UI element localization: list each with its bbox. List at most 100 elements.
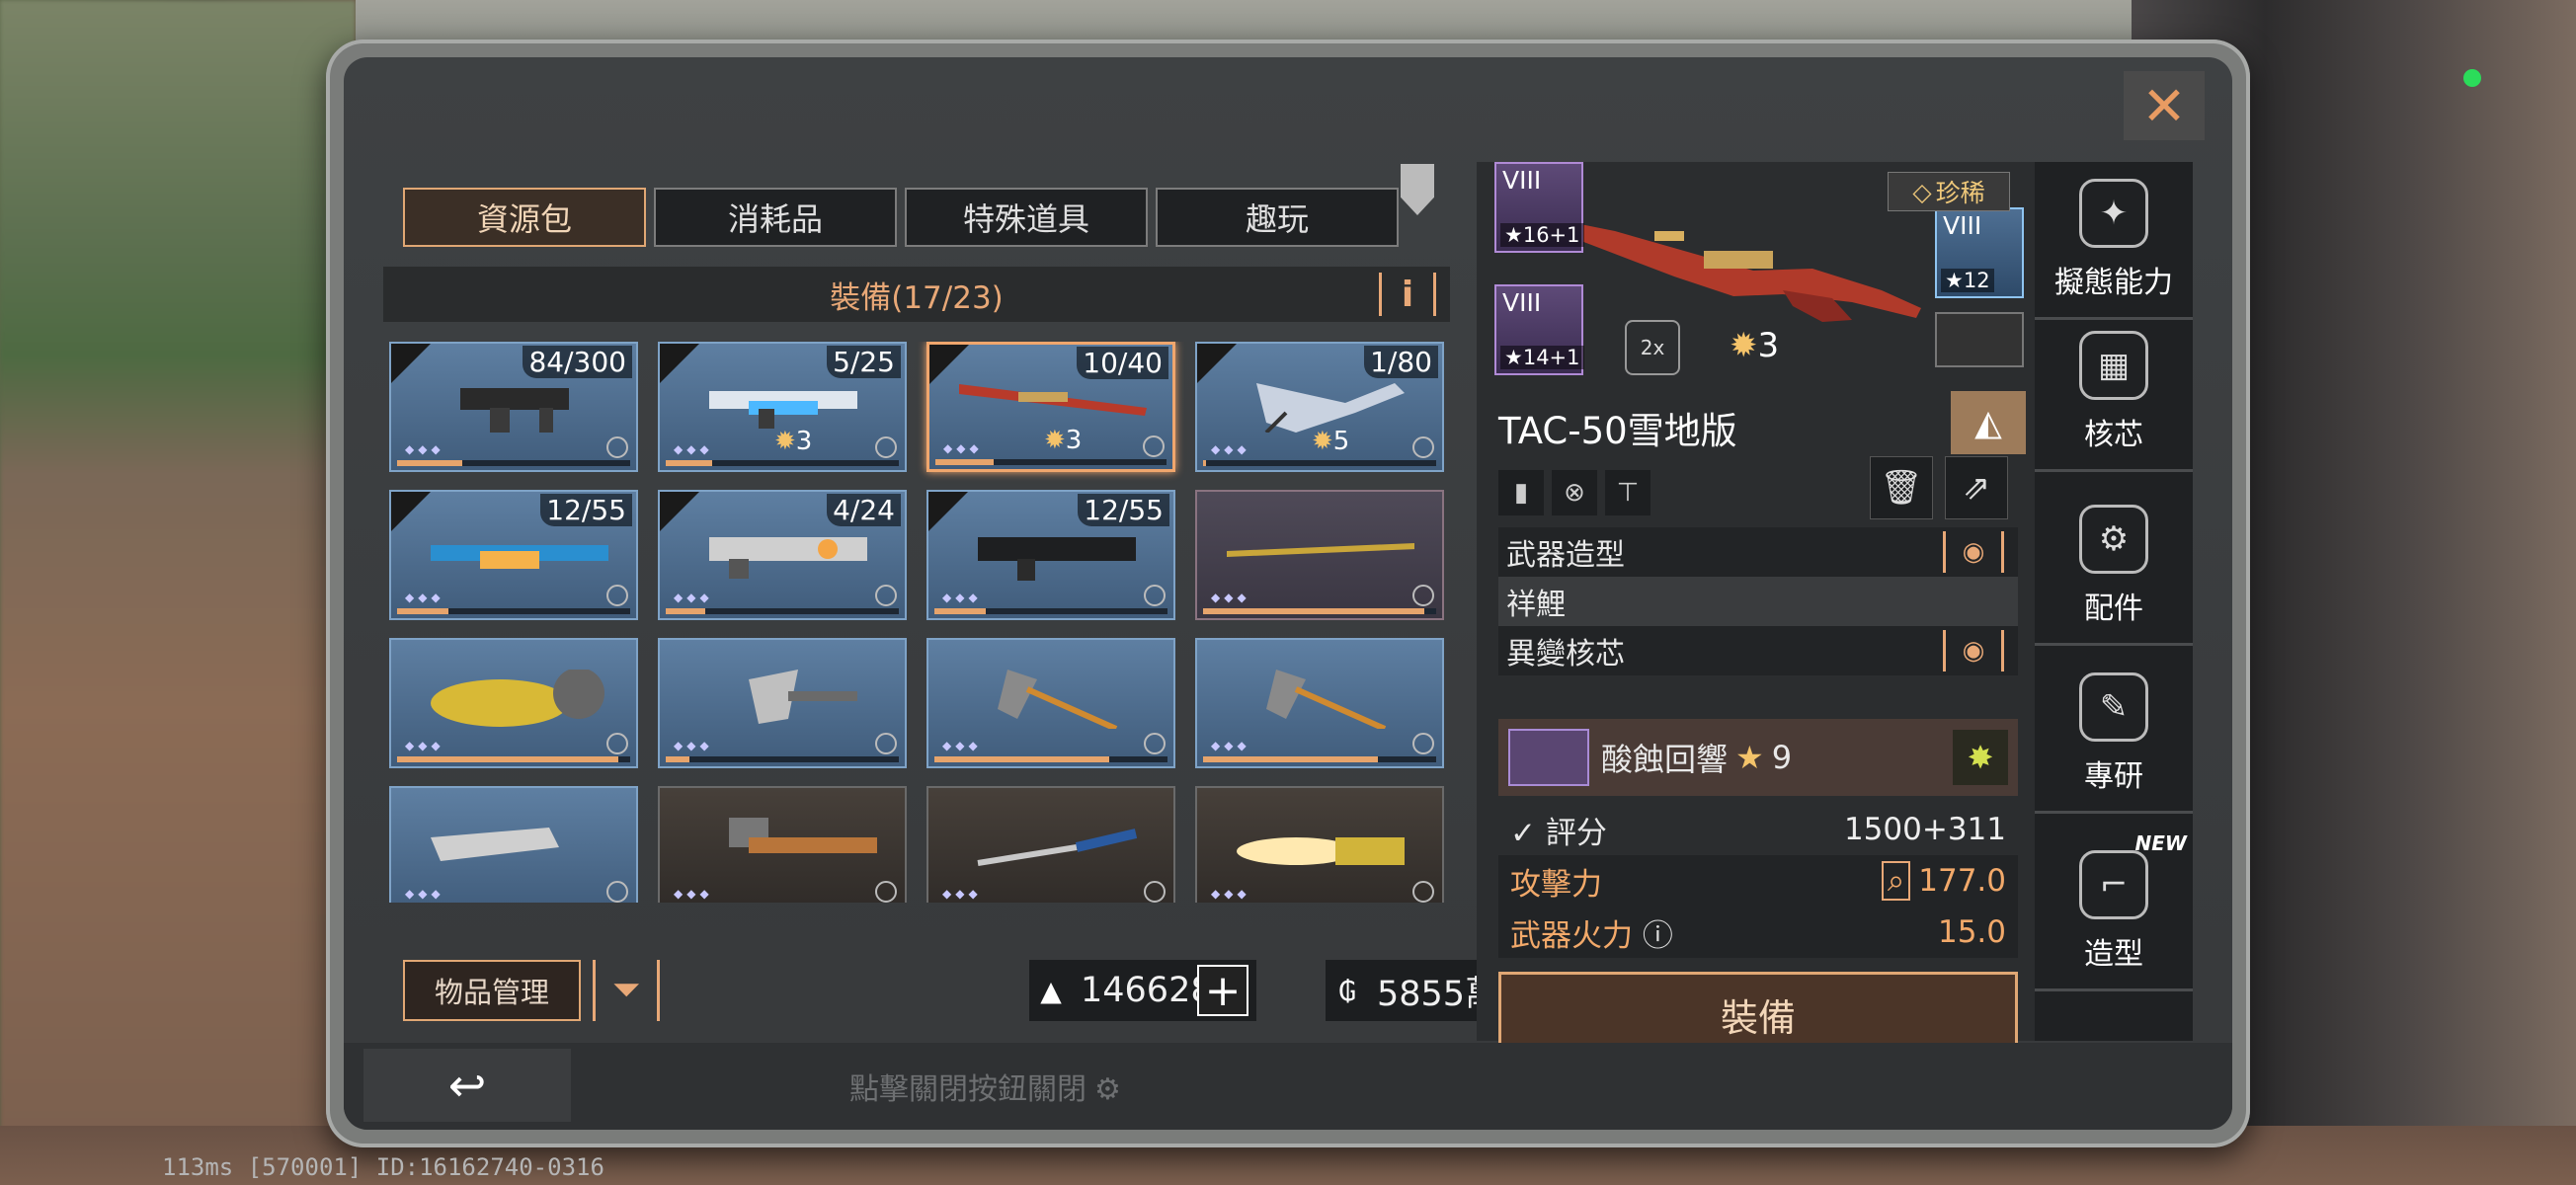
rarity-badge: ◇ 珍稀 [1888,172,2010,211]
rank-diamonds-icon: ◆◆◆ [942,591,982,604]
equipment-item[interactable]: ◆◆◆✹ [389,638,638,768]
item-weapon-image [709,537,867,579]
equipment-item[interactable]: ◆◆◆✹ [658,786,907,903]
core-star: 9 [1771,739,1793,776]
equipment-item[interactable]: 1/80 ◆◆◆ ✹5 [1195,342,1444,472]
tool-icon [875,733,897,754]
item-manage-button[interactable]: 物品管理 [403,960,581,1021]
item-progress-bar [666,756,899,762]
add-material-button[interactable]: + [1197,965,1248,1016]
item-progress-bar [666,608,899,614]
item-progress-bar [397,756,630,762]
gun-mod-icon[interactable]: ⊤ [1605,470,1650,515]
rank-diamonds-icon: ◆◆◆ [405,591,444,604]
shield-icon[interactable] [1401,164,1434,215]
attack-row: 攻擊力 ⌕ 177.0 [1498,855,2018,907]
equipment-item[interactable]: ◆◆◆✹ [926,786,1175,903]
tool-icon [1412,585,1434,606]
status-dot [2463,69,2481,87]
rank-diamonds-icon: ◆◆◆ [405,739,444,752]
attachment-slot-4[interactable] [1935,312,2024,367]
back-button[interactable]: ↩ [363,1049,571,1122]
side-nav-core[interactable]: ▦ 核芯 [2035,328,2193,472]
equipment-item[interactable]: 12/55◆◆◆✹ [926,490,1175,620]
equipment-item[interactable]: ◆◆◆✹ [926,638,1175,768]
tab-special-items[interactable]: 特殊道具 [905,188,1148,247]
tool-icon [1412,436,1434,458]
tool-icon [606,436,628,458]
rank-diamonds-icon: ◆◆◆ [674,887,713,901]
attachment-slot-3[interactable]: VIII ★12 [1935,207,2024,298]
info-icon: i [1401,274,1414,315]
item-weapon-image [959,384,1147,416]
item-count: 5/25 [827,346,901,378]
equipment-item[interactable]: ◆◆◆✹ [658,638,907,768]
core-slot[interactable]: 酸蝕回響 ★ 9 ✸ [1498,719,2018,796]
equipment-item[interactable]: 5/25 ◆◆◆ ✹3 [658,342,907,472]
gear-icon: ⚙ [2079,505,2148,574]
magnifier-icon[interactable]: ⌕ [1881,860,1911,901]
equipment-item[interactable]: 4/24◆◆◆✹ [658,490,907,620]
rank-diamonds-icon: ◆◆◆ [405,442,444,456]
info-circle-icon[interactable]: ⓘ [1643,918,1673,954]
tab-resource-pack[interactable]: 資源包 [403,188,646,247]
tab-consumables[interactable]: 消耗品 [654,188,897,247]
attachment-slot-1[interactable]: VIII ★16+1 [1494,162,1584,253]
equipment-item[interactable]: ◆◆◆✹ [389,786,638,903]
close-icon: ✕ [2141,74,2187,137]
footer-bar: ↩ 點擊關閉按鈕關閉 ⚙ [344,1043,2232,1130]
equipment-item[interactable]: 12/55◆◆◆✹ [389,490,638,620]
skin-value-row: 祥鯉 [1498,577,2018,626]
background-left [0,0,356,1185]
item-progress-bar [397,608,630,614]
close-button[interactable]: ✕ [2124,71,2205,140]
delete-button[interactable]: 🗑 [1870,456,1933,519]
equipment-item[interactable]: 10/40 ◆◆◆ ✹3 [926,342,1175,472]
gun-appearance-icon: ⌐ [2079,850,2148,919]
item-weapon-image [749,670,857,724]
tool-icon [1144,585,1166,606]
equipment-item[interactable]: ◆◆◆✹ [1195,638,1444,768]
triangle-icon: ◭ [1974,402,2002,443]
equipment-item[interactable]: ◆◆◆✹ [1195,490,1444,620]
item-star: ✹3 [1044,426,1083,455]
rank-diamonds-icon: ◆◆◆ [405,887,444,901]
info-button[interactable]: i [1379,273,1436,316]
crosshair-icon[interactable]: ⊗ [1552,470,1597,515]
rank-diamonds-icon: ◆◆◆ [674,591,713,604]
attachment-slot-2[interactable]: VIII ★14+1 [1494,284,1584,375]
item-weapon-image [1227,543,1414,557]
side-nav-attachments[interactable]: ⚙ 配件 [2035,482,2193,646]
item-progress-bar [1203,608,1436,614]
item-progress-bar [1203,756,1436,762]
core-icon: ▦ [2079,331,2148,400]
category-tabs: 資源包 消耗品 特殊道具 趣玩 [403,188,1399,247]
firepower-row: 武器火力 ⓘ 15.0 [1498,907,2018,958]
rank-diamonds-icon: ◆◆◆ [1211,887,1250,901]
weapon-detail-panel: VIII ★16+1 VIII ★14+1 VIII ★12 2x ✹3 ◇ 珍稀… [1477,162,2040,1057]
share-button[interactable]: ⇗ [1945,456,2008,519]
rank-diamonds-icon: ◆◆◆ [943,441,983,455]
side-nav-appearance[interactable]: NEW ⌐ 造型 [2035,826,2193,991]
tab-fun[interactable]: 趣玩 [1156,188,1399,247]
equipment-item[interactable]: ◆◆◆✹ [1195,786,1444,903]
tool-icon [875,881,897,903]
weapon-image [1566,221,1921,322]
core-row: 異變核芯 ◉ [1498,626,2018,675]
score-icon: ✓ [1510,815,1546,851]
ammo-icon[interactable]: ▮ [1498,470,1544,515]
equipment-item[interactable]: 84/300◆◆◆✹ [389,342,638,472]
rank-diamonds-icon: ◆◆◆ [674,442,713,456]
item-weapon-image [431,828,559,861]
filter-button[interactable]: ⏷ [593,960,660,1021]
status-bar: 113ms [570001] ID:16162740-0316 [162,1153,604,1181]
gear-icon[interactable]: ⚙ [1094,1072,1121,1107]
side-nav-research[interactable]: ✎ 專研 [2035,656,2193,814]
side-nav-mimic[interactable]: ✦ 擬態能力 [2035,162,2193,320]
item-count: 10/40 [1077,347,1168,379]
skin-button[interactable]: ◭ [1951,391,2026,454]
eye-icon[interactable]: ◉ [1943,630,2004,672]
eye-icon[interactable]: ◉ [1943,531,2004,573]
tool-icon [875,436,897,458]
equipment-header: 裝備(17/23) i [383,267,1450,322]
